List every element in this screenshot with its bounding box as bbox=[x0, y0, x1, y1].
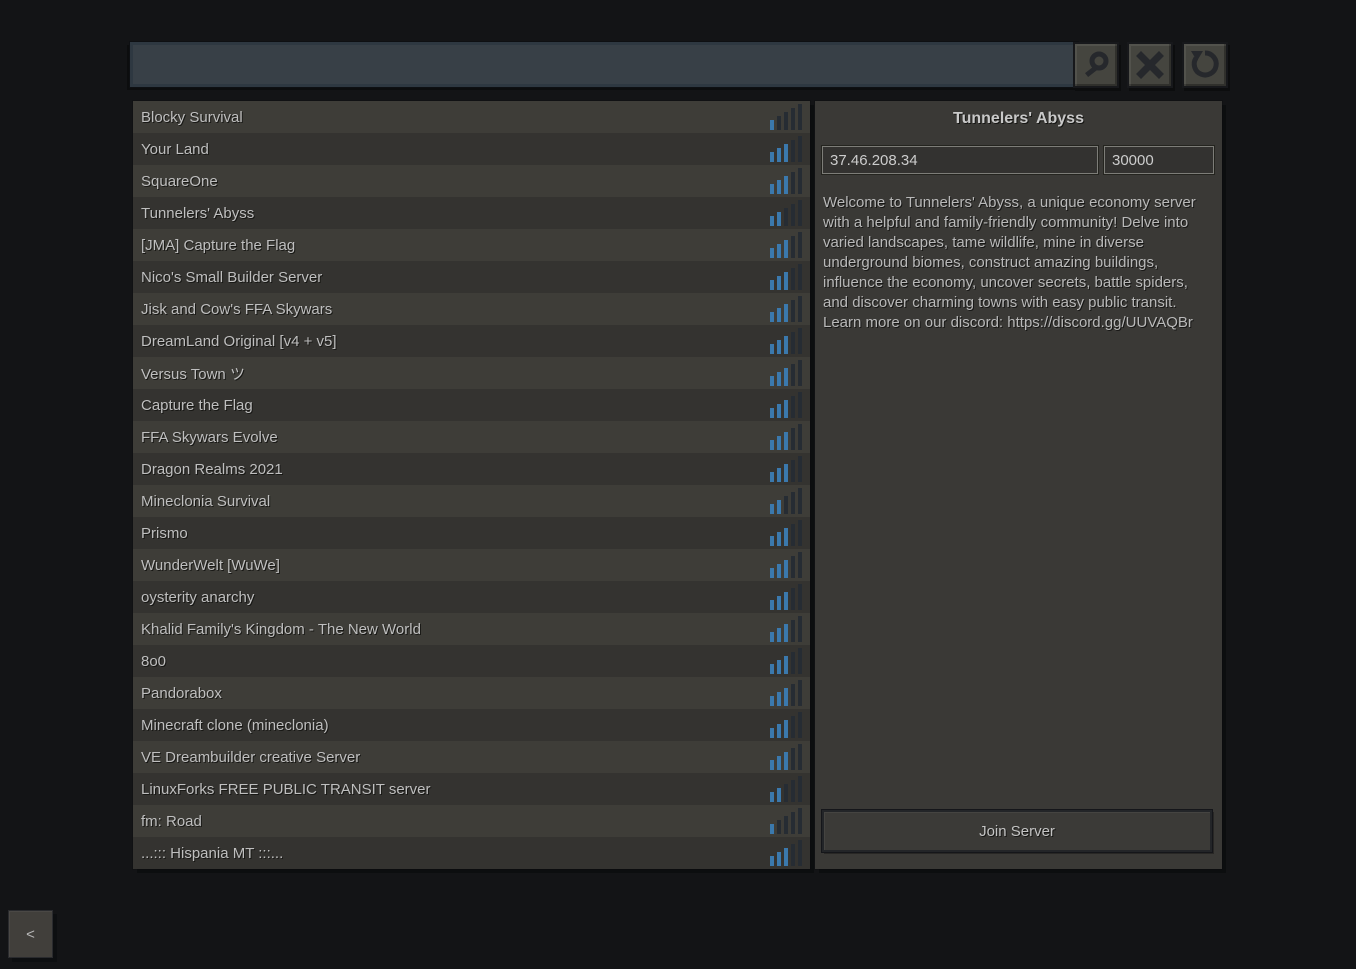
server-name: 8o0 bbox=[141, 653, 770, 670]
search-button[interactable] bbox=[1073, 42, 1119, 88]
server-list-item[interactable]: Capture the Flag bbox=[133, 389, 810, 421]
ping-icon bbox=[770, 360, 802, 386]
join-server-button[interactable]: Join Server bbox=[822, 810, 1212, 852]
ping-icon bbox=[770, 168, 802, 194]
server-list-item[interactable]: Dragon Realms 2021 bbox=[133, 453, 810, 485]
ping-icon bbox=[770, 680, 802, 706]
server-list-item[interactable]: SquareOne bbox=[133, 165, 810, 197]
ping-icon bbox=[770, 264, 802, 290]
server-list-item[interactable]: Versus Town ツ bbox=[133, 357, 810, 389]
server-list-item[interactable]: [JMA] Capture the Flag bbox=[133, 229, 810, 261]
server-list-item[interactable]: VE Dreambuilder creative Server bbox=[133, 741, 810, 773]
server-list-item[interactable]: Your Land bbox=[133, 133, 810, 165]
server-list-item[interactable]: oysterity anarchy bbox=[133, 581, 810, 613]
server-list-item[interactable]: LinuxForks FREE PUBLIC TRANSIT server bbox=[133, 773, 810, 805]
ping-icon bbox=[770, 328, 802, 354]
server-list-item[interactable]: Pandorabox bbox=[133, 677, 810, 709]
ping-icon bbox=[770, 200, 802, 226]
server-name: Mineclonia Survival bbox=[141, 493, 770, 510]
search-icon bbox=[1081, 50, 1111, 80]
ping-icon bbox=[770, 456, 802, 482]
server-list-item[interactable]: Minecraft clone (mineclonia) bbox=[133, 709, 810, 741]
server-list-item[interactable]: FFA Skywars Evolve bbox=[133, 421, 810, 453]
server-name: Nico's Small Builder Server bbox=[141, 269, 770, 286]
back-button[interactable]: < bbox=[8, 910, 53, 958]
server-name: Versus Town ツ bbox=[141, 363, 770, 384]
server-name: LinuxForks FREE PUBLIC TRANSIT server bbox=[141, 781, 770, 798]
server-name: WunderWelt [WuWe] bbox=[141, 557, 770, 574]
server-list-item[interactable]: WunderWelt [WuWe] bbox=[133, 549, 810, 581]
server-name: Khalid Family's Kingdom - The New World bbox=[141, 621, 770, 638]
server-name: oysterity anarchy bbox=[141, 589, 770, 606]
server-name: Tunnelers' Abyss bbox=[141, 205, 770, 222]
server-name: FFA Skywars Evolve bbox=[141, 429, 770, 446]
server-name: Dragon Realms 2021 bbox=[141, 461, 770, 478]
close-icon bbox=[1135, 50, 1165, 80]
server-name: Pandorabox bbox=[141, 685, 770, 702]
server-name: DreamLand Original [v4 + v5] bbox=[141, 333, 770, 350]
server-name: fm: Road bbox=[141, 813, 770, 830]
server-list-item[interactable]: Jisk and Cow's FFA Skywars bbox=[133, 293, 810, 325]
ping-icon bbox=[770, 648, 802, 674]
server-list-item[interactable]: ...::: Hispania MT :::... bbox=[133, 837, 810, 869]
server-list-item[interactable]: Prismo bbox=[133, 517, 810, 549]
server-name: Prismo bbox=[141, 525, 770, 542]
server-list: Blocky Survival Your Land SquareOne Tunn… bbox=[133, 101, 810, 869]
ping-icon bbox=[770, 552, 802, 578]
ping-icon bbox=[770, 520, 802, 546]
server-name: [JMA] Capture the Flag bbox=[141, 237, 770, 254]
server-list-item[interactable]: fm: Road bbox=[133, 805, 810, 837]
ping-icon bbox=[770, 296, 802, 322]
server-list-item[interactable]: Nico's Small Builder Server bbox=[133, 261, 810, 293]
ping-icon bbox=[770, 840, 802, 866]
server-name: Jisk and Cow's FFA Skywars bbox=[141, 301, 770, 318]
server-name: Blocky Survival bbox=[141, 109, 770, 126]
ping-icon bbox=[770, 136, 802, 162]
server-description: Welcome to Tunnelers' Abyss, a unique ec… bbox=[823, 193, 1209, 333]
server-name: VE Dreambuilder creative Server bbox=[141, 749, 770, 766]
server-list-item[interactable]: Mineclonia Survival bbox=[133, 485, 810, 517]
ping-icon bbox=[770, 584, 802, 610]
server-list-item[interactable]: Khalid Family's Kingdom - The New World bbox=[133, 613, 810, 645]
ping-icon bbox=[770, 616, 802, 642]
server-name: SquareOne bbox=[141, 173, 770, 190]
server-title: Tunnelers' Abyss bbox=[815, 110, 1222, 128]
ping-icon bbox=[770, 392, 802, 418]
search-input[interactable] bbox=[130, 42, 1078, 87]
server-name: Minecraft clone (mineclonia) bbox=[141, 717, 770, 734]
server-name: ...::: Hispania MT :::... bbox=[141, 845, 770, 862]
server-detail-panel: Tunnelers' Abyss Welcome to Tunnelers' A… bbox=[815, 101, 1222, 869]
server-list-item[interactable]: DreamLand Original [v4 + v5] bbox=[133, 325, 810, 357]
server-list-item[interactable]: Tunnelers' Abyss bbox=[133, 197, 810, 229]
port-field[interactable] bbox=[1104, 146, 1214, 174]
server-name: Your Land bbox=[141, 141, 770, 158]
ping-icon bbox=[770, 424, 802, 450]
ping-icon bbox=[770, 232, 802, 258]
server-list-item[interactable]: 8o0 bbox=[133, 645, 810, 677]
ping-icon bbox=[770, 712, 802, 738]
address-field[interactable] bbox=[822, 146, 1098, 174]
ping-icon bbox=[770, 488, 802, 514]
ping-icon bbox=[770, 104, 802, 130]
ping-icon bbox=[770, 744, 802, 770]
server-browser-screen: Blocky Survival Your Land SquareOne Tunn… bbox=[0, 0, 1356, 969]
server-name: Capture the Flag bbox=[141, 397, 770, 414]
ping-icon bbox=[770, 808, 802, 834]
ping-icon bbox=[770, 776, 802, 802]
refresh-button[interactable] bbox=[1182, 42, 1228, 88]
refresh-icon bbox=[1189, 49, 1221, 81]
server-list-item[interactable]: Blocky Survival bbox=[133, 101, 810, 133]
clear-search-button[interactable] bbox=[1127, 42, 1173, 88]
